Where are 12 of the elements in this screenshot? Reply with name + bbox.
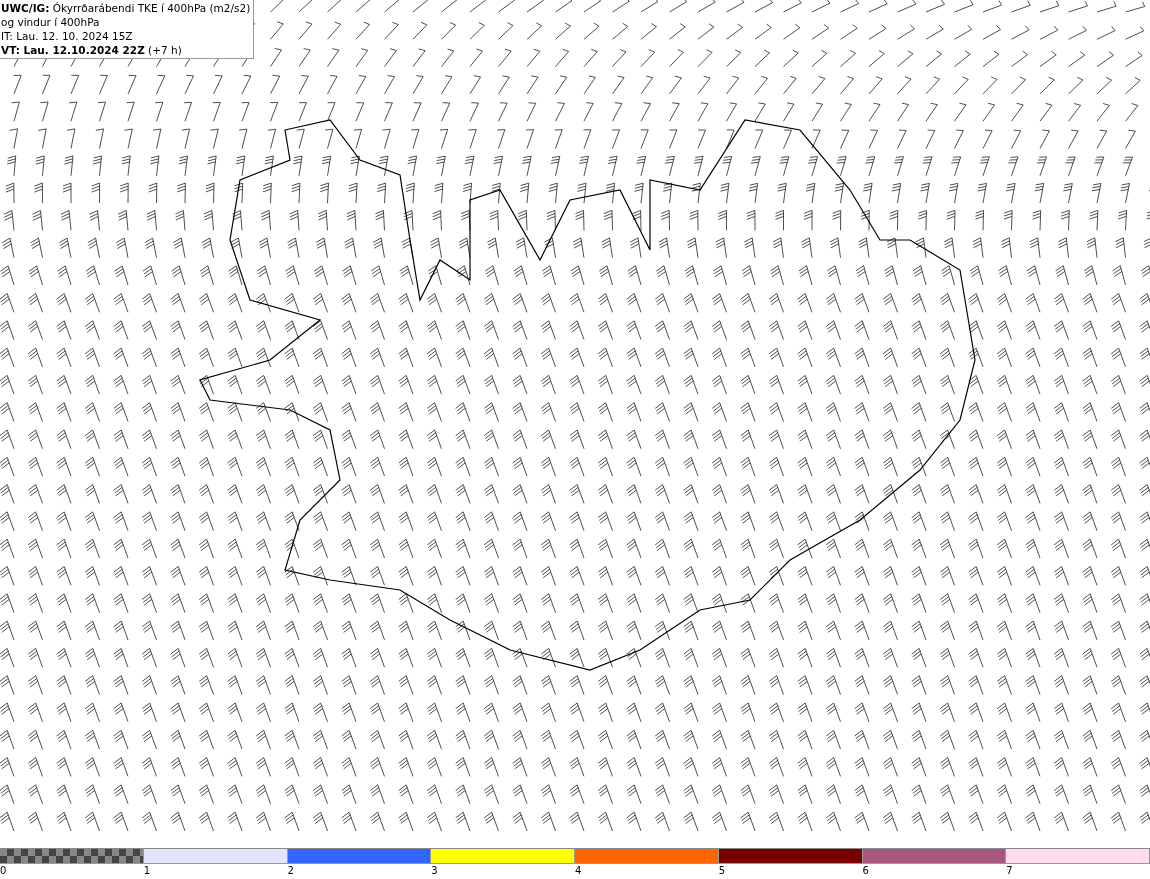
map-info-line: IT: Lau. 12. 10. 2024 15Z xyxy=(1,29,134,43)
legend-tick-label: 5 xyxy=(718,864,726,878)
map-info-line: UWC/IG: Ókyrrðarábendi TKE í 400hPa (m2/s2) xyxy=(1,1,251,15)
legend-tick-label: 3 xyxy=(431,864,438,878)
legend-tick-label: 1 xyxy=(143,864,151,878)
legend-tick-label: 2 xyxy=(287,864,294,878)
legend-tick-label: 7 xyxy=(1006,864,1013,878)
legend-tick-label: 6 xyxy=(862,864,869,878)
map-info-line: VT: Lau. 12.10.2024 22Z (+7 h) xyxy=(1,43,183,57)
legend-tick-label: 4 xyxy=(575,864,582,878)
legend-tick-label: 0 xyxy=(0,864,7,878)
map-info-line: og vindur í 400hPa xyxy=(1,15,101,29)
